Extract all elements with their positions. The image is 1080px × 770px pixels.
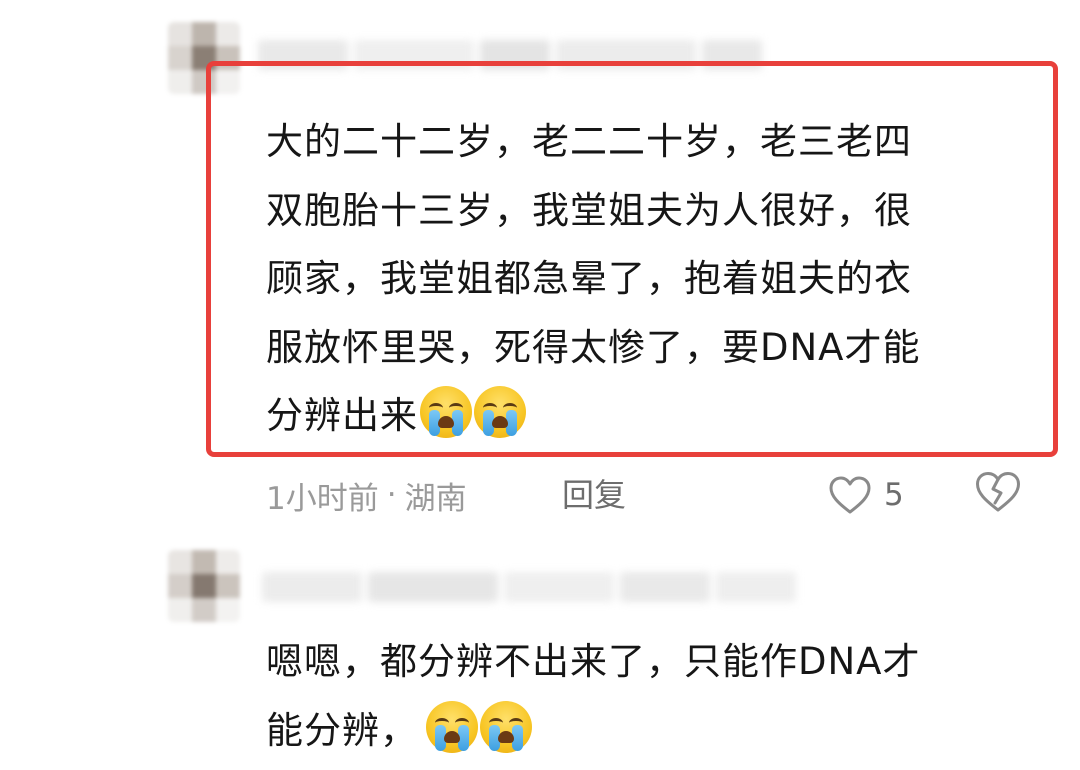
- meta-separator: ·: [386, 477, 397, 513]
- reply-button[interactable]: 回复: [562, 470, 626, 520]
- broken-heart-icon: [976, 472, 1020, 512]
- comment-text: 嗯嗯，都分辨不出来了，只能作DNA才 能分辨，: [266, 628, 920, 765]
- loudly-crying-face-icon: [474, 386, 526, 438]
- comment-text-line: 服放怀里哭，死得太惨了，要DNA才能: [266, 325, 921, 369]
- comment-text-line: 嗯嗯，都分辨不出来了，只能作DNA才: [266, 640, 921, 683]
- comment-text-fragment: 分辨出来: [266, 394, 418, 437]
- comment-text-line-last: 分辨出来: [266, 382, 920, 451]
- avatar[interactable]: [168, 550, 240, 622]
- comment-text-line: 顾家，我堂姐都急晕了，抱着姐夫的衣: [266, 257, 912, 300]
- comment-meta: 1小时前 · 湖南: [266, 470, 467, 520]
- heart-icon: [829, 476, 871, 514]
- comment-text-fragment: 能分辨，: [266, 708, 418, 752]
- loudly-crying-face-icon: [420, 386, 472, 438]
- location: 湖南: [404, 480, 467, 517]
- dislike-button[interactable]: [974, 470, 1024, 520]
- comment-text: 大的二十二岁，老二二十岁，老三老四 双胞胎十三岁，我堂姐夫为人很好，很 顾家，我…: [266, 108, 920, 451]
- comment-text-line: 双胞胎十三岁，我堂姐夫为人很好，很: [266, 188, 912, 232]
- timestamp: 1小时前: [266, 480, 379, 517]
- like-count: 5: [884, 477, 904, 513]
- comment-text-line-last: 能分辨，: [266, 697, 920, 766]
- comment-text-line: 大的二十二岁，老二二十岁，老三老四: [266, 120, 912, 163]
- comment-thread: 大的二十二岁，老二二十岁，老三老四 双胞胎十三岁，我堂姐夫为人很好，很 顾家，我…: [0, 0, 1080, 770]
- username[interactable]: [262, 572, 796, 602]
- loudly-crying-face-icon: [480, 700, 532, 753]
- like-button[interactable]: 5: [828, 470, 904, 520]
- loudly-crying-face-icon: [426, 700, 478, 753]
